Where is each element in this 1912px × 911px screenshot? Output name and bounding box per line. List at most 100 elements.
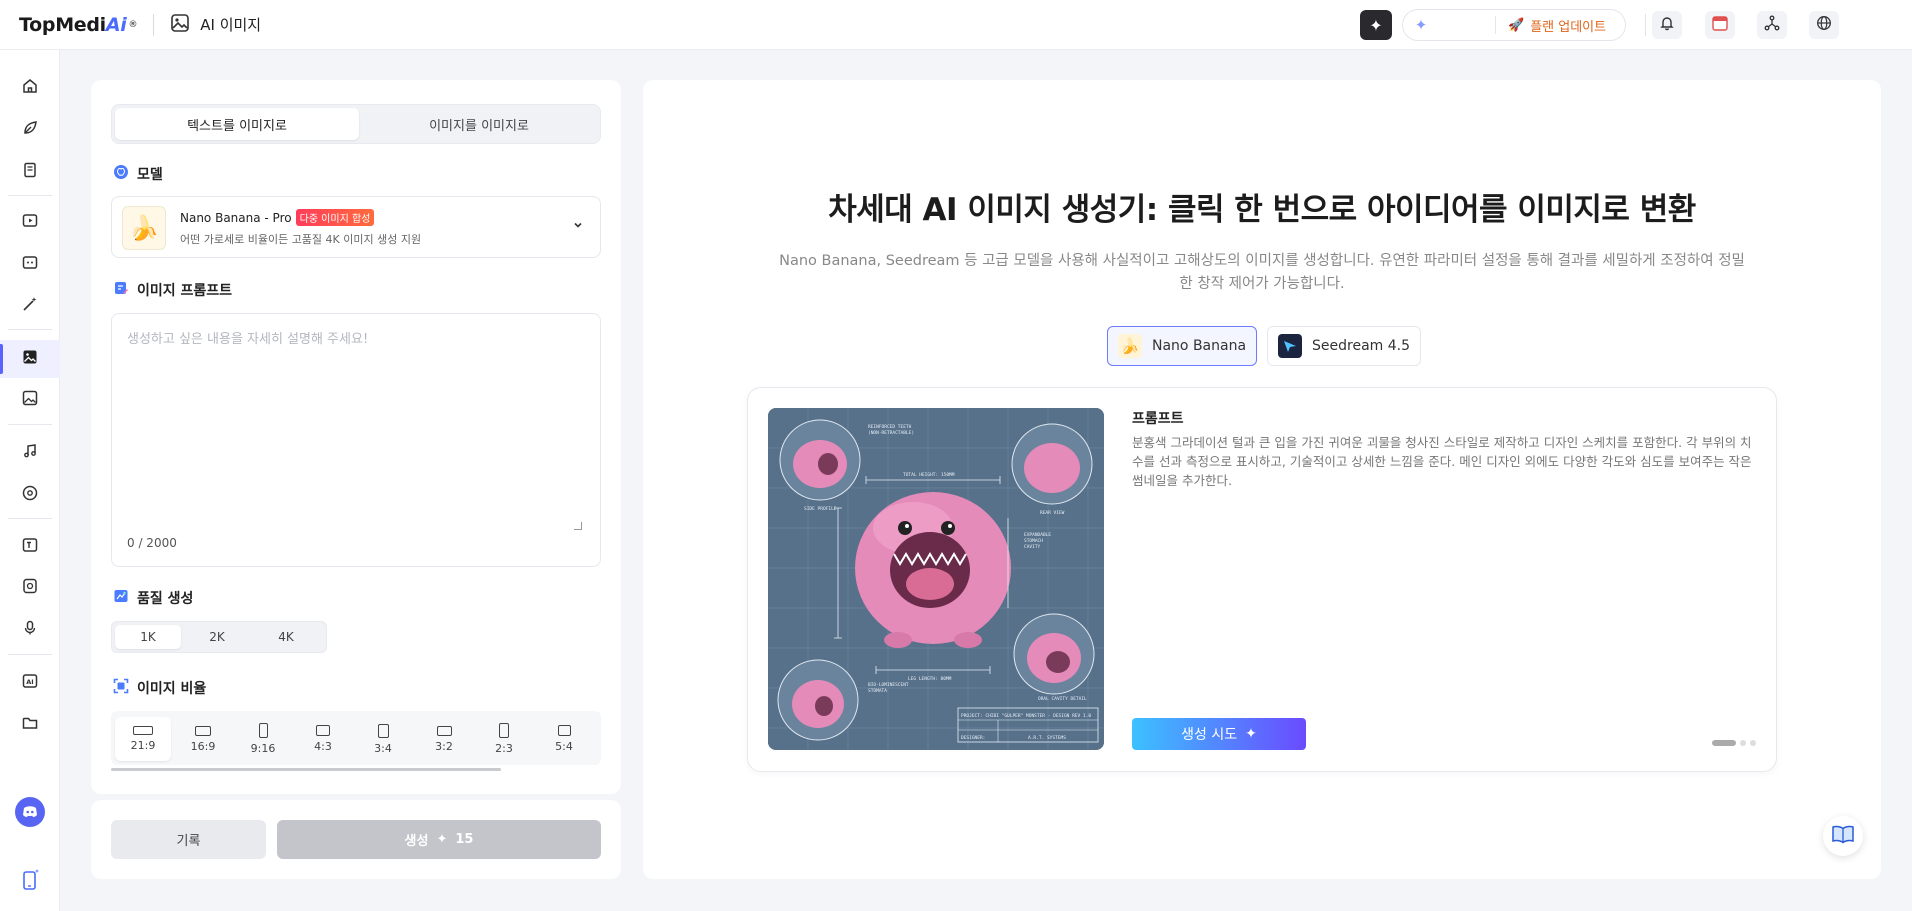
sidebar-item-avatar-video[interactable]	[0, 245, 60, 283]
model-name: Nano Banana - Pro 다중 이미지 합성	[180, 209, 375, 226]
header-divider-right	[1645, 14, 1646, 36]
action-bar: 기록 생성 ✦ 15	[91, 800, 621, 879]
svg-text:A.R.T. SYSTEMS: A.R.T. SYSTEMS	[1028, 735, 1066, 741]
resize-handle[interactable]	[574, 522, 582, 530]
carousel-dot[interactable]	[1740, 740, 1746, 746]
sidebar-item-speech-to-text[interactable]	[0, 611, 60, 649]
quality-option-1k[interactable]: 1K	[115, 625, 181, 649]
document-icon	[21, 161, 39, 183]
sidebar-item-text-to-speech[interactable]	[0, 528, 60, 566]
tab-image-to-image[interactable]: 이미지를 이미지로	[359, 108, 599, 140]
aspect-ratio-icon	[113, 678, 129, 698]
sidebar-item-documents[interactable]	[0, 153, 60, 191]
folder-icon	[21, 714, 39, 736]
svg-text:PROJECT: CHIBI "GULPER" MONSTE: PROJECT: CHIBI "GULPER" MONSTER - DESIGN…	[961, 713, 1091, 719]
network-icon	[1764, 15, 1780, 35]
sidebar-divider	[8, 195, 52, 196]
brand-text: TopMedi	[19, 13, 106, 36]
model-selector[interactable]: 🍌 Nano Banana - Pro 다중 이미지 합성 어떤 가로세로 비율…	[111, 196, 601, 258]
guide-button[interactable]	[1823, 816, 1863, 856]
example-model-tabs: 🍌 Nano Banana Seedream 4.5	[1107, 326, 1422, 366]
sidebar-divider	[8, 518, 52, 519]
edit-prompt-icon	[113, 280, 129, 300]
svg-text:EXPANDABLE: EXPANDABLE	[1024, 532, 1051, 538]
blueprint-monster-illustration: REINFORCED TEETH (NON-RETRACTABLE) TOTAL…	[768, 408, 1104, 750]
ratio-option-2-3[interactable]: 2:3	[476, 717, 532, 761]
ratio-label: 21:9	[130, 739, 156, 752]
ratio-3-4-icon	[377, 723, 389, 738]
sidebar-item-mobile-app[interactable]	[0, 862, 60, 900]
tab-seedream[interactable]: Seedream 4.5	[1267, 326, 1422, 366]
quality-option-4k[interactable]: 4K	[253, 625, 319, 649]
ratio-label: 4:3	[314, 740, 332, 753]
connect-button[interactable]	[1757, 11, 1787, 39]
ratio-option-5-4[interactable]: 5:4	[536, 717, 592, 761]
model-tab-label: Nano Banana	[1152, 338, 1247, 354]
sidebar-item-ai-tools[interactable]: AI	[0, 664, 60, 702]
ratio-option-16-9[interactable]: 16:9	[175, 717, 231, 761]
sidebar-item-home[interactable]	[0, 69, 60, 107]
ratio-16-9-icon	[195, 725, 211, 736]
ratio-label: 16:9	[190, 739, 216, 753]
hero-title: 차세대 AI 이미지 생성기: 클릭 한 번으로 아이디어를 이미지로 변환	[828, 192, 1696, 228]
carousel-dot[interactable]	[1712, 740, 1736, 746]
sidebar-item-folder[interactable]	[0, 706, 60, 744]
calendar-button[interactable]	[1705, 11, 1735, 39]
ratio-option-4-3[interactable]: 4:3	[295, 717, 351, 761]
mode-tabs: 텍스트를 이미지로 이미지를 이미지로	[111, 104, 601, 144]
sparkle-icon: ✦	[1245, 726, 1257, 742]
ratio-option-3-2[interactable]: 3:2	[416, 717, 472, 761]
book-icon	[1831, 824, 1855, 848]
video-ai-icon	[21, 211, 39, 233]
model-badge: 다중 이미지 합성	[295, 209, 375, 226]
picture-icon	[21, 389, 39, 411]
credits-upgrade-pill[interactable]: ✦ 🚀 플랜 업데이트	[1402, 9, 1626, 41]
credit-sparkle-icon: ✦	[436, 832, 448, 847]
svg-text:CAVITY: CAVITY	[1024, 544, 1041, 550]
sidebar-item-explore[interactable]	[0, 111, 60, 149]
carousel-dot[interactable]	[1750, 740, 1756, 746]
ratio-label: 5:4	[555, 740, 573, 753]
ratio-label: 3:2	[435, 739, 453, 753]
history-button[interactable]: 기록	[111, 820, 266, 859]
sidebar-item-video-generator[interactable]	[0, 203, 60, 241]
sidebar-item-discord[interactable]	[0, 795, 60, 833]
upgrade-plan-button[interactable]: 🚀 플랜 업데이트	[1508, 16, 1606, 35]
language-button[interactable]	[1809, 11, 1839, 39]
model-description: 어떤 가로세로 비율이든 고품질 4K 이미지 생성 지원	[180, 233, 422, 246]
model-tab-label: Seedream 4.5	[1312, 338, 1411, 354]
svg-text:LEG LENGTH: 80MM: LEG LENGTH: 80MM	[908, 676, 952, 682]
model-section-label: 모델	[113, 164, 163, 184]
ratio-option-3-4[interactable]: 3:4	[355, 717, 411, 761]
ratio-option-9-16[interactable]: 9:16	[235, 717, 291, 761]
svg-text:AI: AI	[26, 678, 33, 686]
quality-icon	[113, 588, 129, 608]
svg-text:REAR VIEW: REAR VIEW	[1040, 510, 1065, 516]
try-generate-label: 생성 시도	[1181, 727, 1238, 743]
quality-option-2k[interactable]: 2K	[184, 625, 250, 649]
sidebar-item-music[interactable]	[0, 434, 60, 472]
discord-icon	[15, 797, 45, 831]
sidebar-item-ai-image[interactable]	[0, 340, 60, 378]
sidebar-item-image-editor[interactable]	[0, 381, 60, 419]
ratio-option-21-9[interactable]: 21:9	[115, 717, 171, 761]
svg-text:(NON-RETRACTABLE): (NON-RETRACTABLE)	[868, 430, 914, 436]
sidebar-item-voice-changer[interactable]	[0, 569, 60, 607]
tab-nano-banana[interactable]: 🍌 Nano Banana	[1107, 326, 1258, 366]
try-generate-button[interactable]: 생성 시도 ✦	[1132, 718, 1306, 750]
sidebar-divider	[8, 424, 52, 425]
notification-button[interactable]	[1652, 11, 1682, 39]
sidebar-item-audio[interactable]	[0, 476, 60, 514]
prompt-input[interactable]	[127, 328, 587, 528]
brand-logo[interactable]: TopMedi Ai ®	[19, 13, 138, 36]
seedream-icon	[1278, 334, 1303, 358]
sidebar-item-magic-tools[interactable]	[0, 287, 60, 325]
calendar-icon	[1711, 14, 1729, 36]
credit-sparkle-icon: ✦	[1414, 16, 1428, 34]
ai-assistant-button[interactable]: ✦	[1360, 10, 1392, 40]
ratio-scrollbar[interactable]	[111, 768, 501, 771]
generate-button[interactable]: 생성 ✦ 15	[277, 820, 601, 859]
avatar-video-icon	[21, 253, 39, 275]
tab-text-to-image[interactable]: 텍스트를 이미지로	[115, 108, 359, 140]
ratio-4-3-icon	[316, 725, 330, 736]
